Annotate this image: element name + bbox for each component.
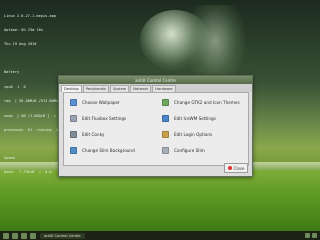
edit-icewm-settings-button[interactable]: Edit IceWM Settings [158,112,246,124]
wallpaper-icon [70,98,77,106]
fluxbox-icon [70,114,77,122]
icewm-icon [162,114,169,122]
app-icon[interactable] [30,232,36,239]
close-button[interactable]: Close [224,163,248,173]
wallpaper-tree [185,5,245,85]
item-label: Change Slim Background [82,147,135,153]
system-tray [305,233,317,238]
conky-line: Thu 19 Aug 2010 [4,42,37,47]
configure-icon [162,146,169,154]
close-icon [227,166,232,170]
app-icon[interactable] [21,232,27,239]
item-label: Edit Login Options [174,131,213,137]
item-label: Choose Wallpaper [82,99,120,105]
tab-system[interactable]: System [109,85,130,92]
tab-hardware[interactable]: Hardware [152,85,176,92]
item-label: Edit IceWM Settings [174,115,216,121]
tab-peripherals[interactable]: Peripherals [82,85,109,92]
taskbar: antiX Control Centre [0,231,320,240]
change-slim-background-button[interactable]: Change Slim Background [66,144,154,156]
login-icon [162,130,169,138]
settings-grid: Choose Wallpaper Change GTK2 and Icon Th… [66,96,246,160]
tray-icon[interactable] [312,233,317,238]
item-label: Configure Slim [174,147,205,153]
menu-icon[interactable] [3,232,9,239]
tab-network[interactable]: Network [130,85,152,92]
item-label: Edit Fluxbox Settings [82,115,127,121]
edit-login-options-button[interactable]: Edit Login Options [158,128,246,140]
conky-icon [70,130,77,138]
app-icon[interactable] [12,232,18,239]
choose-wallpaper-button[interactable]: Choose Wallpaper [66,96,154,108]
conky-line: Uptime: 0h 23m 16s [4,27,43,32]
conky-line: Linux 2.6.27-1-mepis-smp [4,13,56,18]
window-titlebar[interactable]: antiX Control Centre [59,76,252,84]
edit-fluxbox-settings-button[interactable]: Edit Fluxbox Settings [66,112,154,124]
item-label: Edit Conky [82,131,105,137]
window-title: antiX Control Centre [135,77,176,83]
tab-desktop[interactable]: Desktop [61,85,82,92]
close-label: Close [233,165,245,171]
tab-bar: Desktop Peripherals System Network Hardw… [59,84,252,92]
tray-icon[interactable] [305,233,310,238]
edit-conky-button[interactable]: Edit Conky [66,128,154,140]
change-themes-button[interactable]: Change GTK2 and Icon Themes [158,96,246,108]
item-label: Change GTK2 and Icon Themes [174,99,240,105]
conky-gap [4,57,84,61]
tab-content-desktop: Choose Wallpaper Change GTK2 and Icon Th… [63,92,249,166]
theme-icon [162,98,169,106]
configure-slim-button[interactable]: Configure Slim [158,144,246,156]
taskbar-window-button[interactable]: antiX Control Centre [40,232,85,239]
slim-icon [70,146,77,154]
control-centre-window: antiX Control Centre Desktop Peripherals… [58,75,253,177]
